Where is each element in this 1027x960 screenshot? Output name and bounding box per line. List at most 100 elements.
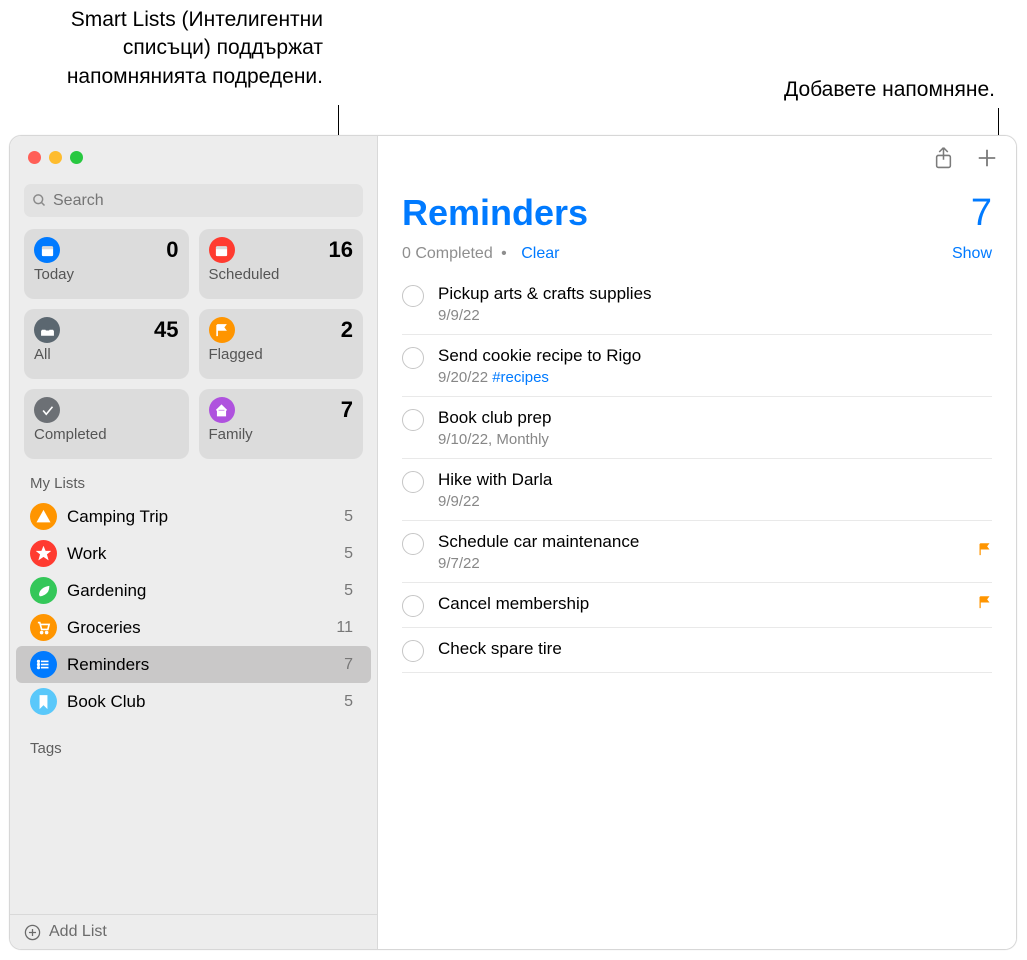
reminder-title: Check spare tire bbox=[438, 638, 992, 660]
list-row-groceries[interactable]: Groceries 11 bbox=[16, 609, 371, 646]
list-name: Gardening bbox=[67, 581, 334, 601]
smart-label: All bbox=[34, 346, 179, 363]
flag-icon bbox=[209, 317, 235, 343]
reminder-meta: 9/9/22 bbox=[438, 307, 992, 324]
smart-card-flagged[interactable]: 2 Flagged bbox=[199, 309, 364, 379]
list-count: 7 bbox=[344, 656, 353, 674]
list-row-reminders[interactable]: Reminders 7 bbox=[16, 646, 371, 683]
reminder-title: Send cookie recipe to Rigo bbox=[438, 345, 992, 367]
smart-label: Flagged bbox=[209, 346, 354, 363]
app-window: 0 Today 16Scheduled 45 All 2 Flagged Completed 7… bbox=[9, 135, 1017, 950]
subheader: 0 Completed • Clear Show bbox=[378, 235, 1016, 273]
reminder-meta: 9/7/22 bbox=[438, 555, 963, 572]
minimize-window-button[interactable] bbox=[49, 151, 62, 164]
tray-icon bbox=[34, 317, 60, 343]
reminder-item[interactable]: Send cookie recipe to Rigo 9/20/22 #recip… bbox=[402, 335, 992, 397]
reminder-item[interactable]: Cancel membership bbox=[402, 583, 992, 628]
list-count: 5 bbox=[344, 545, 353, 563]
smart-card-all[interactable]: 45 All bbox=[24, 309, 189, 379]
reminder-item[interactable]: Check spare tire bbox=[402, 628, 992, 673]
smart-count: 16 bbox=[329, 237, 353, 263]
main-pane: Reminders 7 0 Completed • Clear Show Pic… bbox=[378, 136, 1016, 949]
close-window-button[interactable] bbox=[28, 151, 41, 164]
smart-label: Completed bbox=[34, 426, 179, 443]
smart-card-family[interactable]: 7Family bbox=[199, 389, 364, 459]
reminder-meta: 9/20/22 #recipes bbox=[438, 369, 992, 386]
list-row-work[interactable]: Work 5 bbox=[16, 535, 371, 572]
reminder-item[interactable]: Book club prep9/10/22, Monthly bbox=[402, 397, 992, 459]
list-icon bbox=[30, 651, 57, 678]
reminder-title: Cancel membership bbox=[438, 593, 963, 615]
complete-checkbox[interactable] bbox=[402, 595, 424, 617]
bookmark-icon bbox=[30, 688, 57, 715]
list-name: Groceries bbox=[67, 618, 326, 638]
list-count: 5 bbox=[344, 582, 353, 600]
list-name: Work bbox=[67, 544, 334, 564]
complete-checkbox[interactable] bbox=[402, 347, 424, 369]
flag-icon bbox=[977, 542, 992, 562]
smart-label: Today bbox=[34, 266, 179, 283]
complete-checkbox[interactable] bbox=[402, 533, 424, 555]
smart-card-completed[interactable]: Completed bbox=[24, 389, 189, 459]
share-icon bbox=[933, 146, 954, 170]
reminder-meta: 9/10/22, Monthly bbox=[438, 431, 992, 448]
calendar-icon bbox=[209, 237, 235, 263]
reminder-title: Hike with Darla bbox=[438, 469, 992, 491]
list-count: 11 bbox=[336, 619, 353, 637]
reminder-item[interactable]: Pickup arts & crafts supplies 9/9/22 bbox=[402, 273, 992, 335]
list-count: 5 bbox=[344, 508, 353, 526]
plus-icon bbox=[976, 147, 998, 169]
list-row-book-club[interactable]: Book Club 5 bbox=[16, 683, 371, 720]
share-button[interactable] bbox=[933, 146, 954, 175]
smart-label: Family bbox=[209, 426, 354, 443]
complete-checkbox[interactable] bbox=[402, 471, 424, 493]
search-input[interactable] bbox=[53, 192, 355, 210]
list-name: Camping Trip bbox=[67, 507, 334, 527]
cart-icon bbox=[30, 614, 57, 641]
sidebar: 0 Today 16Scheduled 45 All 2 Flagged Completed 7… bbox=[10, 136, 378, 949]
reminder-tag[interactable]: #recipes bbox=[492, 369, 549, 386]
reminder-item[interactable]: Schedule car maintenance 9/7/22 bbox=[402, 521, 992, 583]
smart-count: 45 bbox=[154, 317, 178, 343]
tags-header: Tags bbox=[10, 720, 377, 763]
list-count: 5 bbox=[344, 693, 353, 711]
list-count: 7 bbox=[971, 192, 992, 235]
add-list-button[interactable]: Add List bbox=[10, 914, 377, 949]
reminder-title: Schedule car maintenance bbox=[438, 531, 963, 553]
check-icon bbox=[34, 397, 60, 423]
complete-checkbox[interactable] bbox=[402, 285, 424, 307]
smart-lists-grid: 0 Today 16Scheduled 45 All 2 Flagged Completed 7… bbox=[10, 229, 377, 459]
list-row-camping-trip[interactable]: Camping Trip 5 bbox=[16, 498, 371, 535]
smart-card-today[interactable]: 0 Today bbox=[24, 229, 189, 299]
leaf-icon bbox=[30, 577, 57, 604]
completed-count: 0 Completed bbox=[402, 245, 493, 262]
complete-checkbox[interactable] bbox=[402, 409, 424, 431]
smart-count: 0 bbox=[166, 237, 178, 263]
complete-checkbox[interactable] bbox=[402, 640, 424, 662]
plus-circle-icon bbox=[24, 924, 41, 941]
my-lists-header: My Lists bbox=[10, 459, 377, 498]
search-field[interactable] bbox=[24, 184, 363, 217]
reminder-item[interactable]: Hike with Darla 9/9/22 bbox=[402, 459, 992, 521]
flag-icon bbox=[977, 595, 992, 615]
search-icon bbox=[32, 193, 47, 208]
reminder-title: Pickup arts & crafts supplies bbox=[438, 283, 992, 305]
add-list-label: Add List bbox=[49, 923, 107, 941]
clear-completed-button[interactable]: Clear bbox=[521, 245, 559, 262]
maximize-window-button[interactable] bbox=[70, 151, 83, 164]
star-icon bbox=[30, 540, 57, 567]
calendar-icon bbox=[34, 237, 60, 263]
callout-smart-lists: Smart Lists (Интелигентни списъци) поддъ… bbox=[8, 6, 323, 91]
smart-card-scheduled[interactable]: 16Scheduled bbox=[199, 229, 364, 299]
my-lists: Camping Trip5Work5Gardening5Groceries11R… bbox=[10, 498, 377, 720]
add-reminder-button[interactable] bbox=[976, 147, 998, 174]
toolbar bbox=[378, 136, 1016, 184]
reminder-meta: 9/9/22 bbox=[438, 493, 992, 510]
smart-count: 2 bbox=[341, 317, 353, 343]
tent-icon bbox=[30, 503, 57, 530]
show-completed-button[interactable]: Show bbox=[952, 245, 992, 263]
list-name: Book Club bbox=[67, 692, 334, 712]
list-row-gardening[interactable]: Gardening 5 bbox=[16, 572, 371, 609]
list-name: Reminders bbox=[67, 655, 334, 675]
house-icon bbox=[209, 397, 235, 423]
